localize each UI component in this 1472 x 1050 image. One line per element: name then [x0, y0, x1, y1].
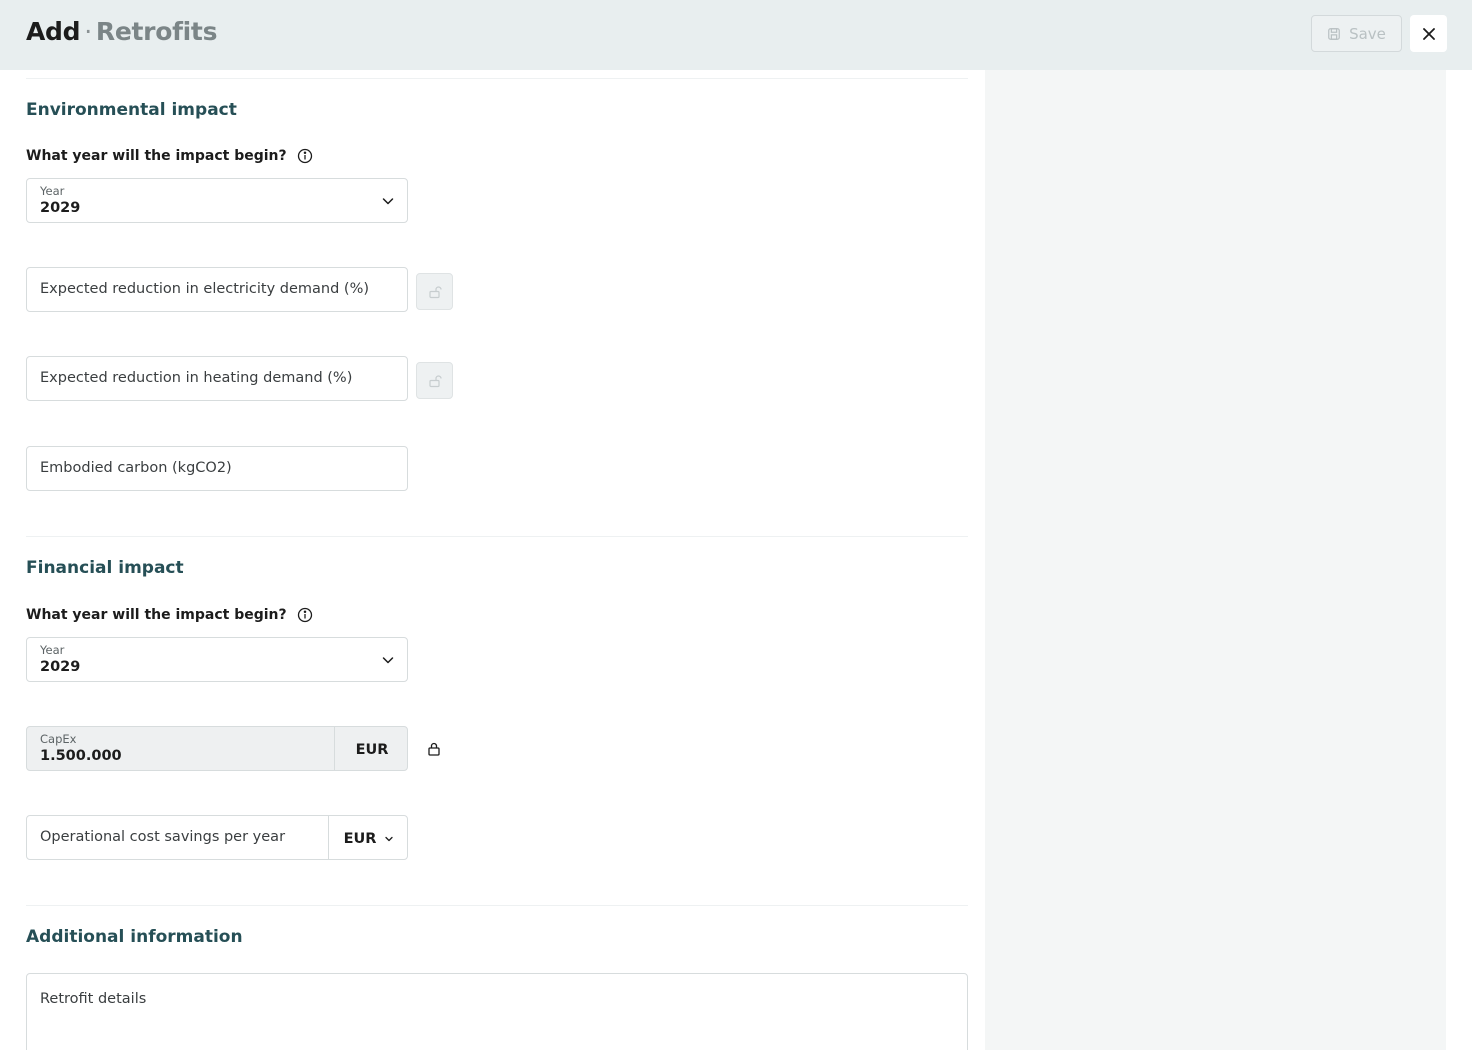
embodied-carbon-input[interactable]: Embodied carbon (kgCO2) — [26, 446, 408, 491]
title-subtitle: Retrofits — [95, 17, 218, 46]
environmental-year-select[interactable]: Year 2029 — [26, 178, 408, 223]
question-environmental-year: What year will the impact begin? — [26, 148, 313, 164]
heating-reduction-placeholder: Expected reduction in heating demand (%) — [40, 370, 353, 386]
electricity-unlock-button[interactable] — [416, 273, 453, 310]
chevron-down-icon — [385, 836, 394, 841]
info-icon[interactable] — [297, 607, 313, 623]
question-financial-year: What year will the impact begin? — [26, 607, 313, 623]
electricity-reduction-placeholder: Expected reduction in electricity demand… — [40, 281, 370, 297]
question-label: What year will the impact begin? — [26, 148, 287, 164]
opex-currency-value: EUR — [343, 830, 377, 847]
embodied-carbon-placeholder: Embodied carbon (kgCO2) — [40, 460, 232, 476]
save-button-label: Save — [1349, 24, 1386, 43]
retrofit-details-textarea[interactable]: Retrofit details — [26, 973, 968, 1050]
info-icon[interactable] — [297, 148, 313, 164]
section-divider — [26, 78, 968, 79]
financial-year-select[interactable]: Year 2029 — [26, 637, 408, 682]
unlock-icon — [428, 285, 442, 298]
side-panel — [985, 70, 1446, 1050]
question-label: What year will the impact begin? — [26, 607, 287, 623]
chevron-down-icon — [382, 198, 394, 205]
section-title-environmental: Environmental impact — [26, 100, 237, 120]
year-select-value: 2029 — [40, 200, 81, 216]
unlock-icon — [428, 374, 442, 387]
chevron-down-icon — [382, 657, 394, 664]
heating-reduction-input[interactable]: Expected reduction in heating demand (%) — [26, 356, 408, 401]
retrofit-details-placeholder: Retrofit details — [40, 991, 147, 1007]
operational-cost-savings-input[interactable]: Operational cost savings per year EUR — [26, 815, 408, 860]
capex-currency: EUR — [334, 727, 407, 770]
heating-unlock-button[interactable] — [416, 362, 453, 399]
close-icon — [1422, 27, 1435, 40]
title-separator: · — [84, 17, 92, 46]
section-title-financial: Financial impact — [26, 558, 184, 578]
section-divider — [26, 905, 968, 906]
capex-label: CapEx — [40, 732, 77, 746]
title-main: Add — [26, 17, 81, 46]
lock-icon[interactable] — [426, 741, 442, 757]
year-select-value: 2029 — [40, 659, 81, 675]
page-title: Add · Retrofits — [26, 17, 217, 46]
modal-header: Add · Retrofits Save — [0, 0, 1472, 70]
year-select-label: Year — [40, 184, 65, 198]
electricity-reduction-input[interactable]: Expected reduction in electricity demand… — [26, 267, 408, 312]
save-icon — [1328, 27, 1340, 40]
section-divider — [26, 536, 968, 537]
capex-value: 1.500.000 — [40, 748, 122, 764]
capex-input[interactable]: CapEx 1.500.000 EUR — [26, 726, 408, 771]
section-title-additional: Additional information — [26, 927, 243, 947]
year-select-label: Year — [40, 643, 65, 657]
opex-currency-select[interactable]: EUR — [328, 816, 407, 859]
save-button[interactable]: Save — [1311, 15, 1402, 52]
close-button[interactable] — [1410, 15, 1447, 52]
operational-cost-savings-placeholder: Operational cost savings per year — [40, 829, 286, 845]
